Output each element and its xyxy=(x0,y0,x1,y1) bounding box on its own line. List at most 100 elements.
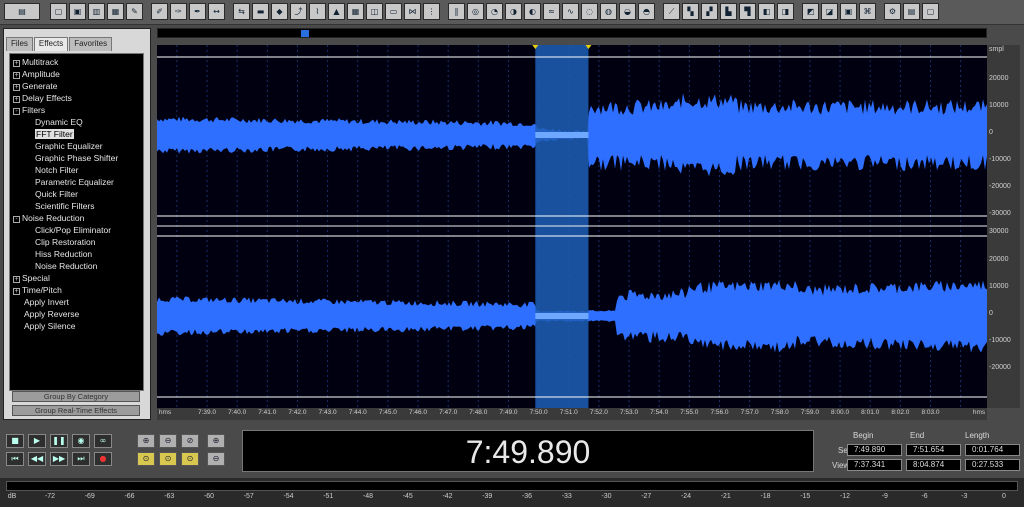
go-to-start-button[interactable]: ⏮ xyxy=(6,452,24,466)
region-icon[interactable]: ◨ xyxy=(777,3,794,20)
graphic-eq-icon[interactable]: ∥ xyxy=(448,3,465,20)
tree-item[interactable]: + Delay Effects xyxy=(13,92,72,104)
tree-item[interactable]: Graphic Phase Shifter xyxy=(35,152,118,164)
expand-icon[interactable]: + xyxy=(13,96,20,103)
sel-length-field[interactable]: 0:01.764 xyxy=(965,444,1020,456)
silence-icon[interactable]: ◆ xyxy=(271,3,288,20)
collapse-icon[interactable]: - xyxy=(13,108,20,115)
tree-item[interactable]: + Time/Pitch xyxy=(13,284,62,296)
expand-icon[interactable]: + xyxy=(13,276,20,283)
zoom-out-vertical-button[interactable]: ⊖ xyxy=(207,452,225,466)
open-file-icon[interactable]: ▣ xyxy=(69,3,86,20)
tree-item[interactable]: + Special xyxy=(13,272,50,284)
view-end-field[interactable]: 8:04.874 xyxy=(906,459,961,471)
noise-icon[interactable]: ◎ xyxy=(467,3,484,20)
tree-item[interactable]: Apply Silence xyxy=(24,320,76,332)
generate-icon[interactable]: ◫ xyxy=(366,3,383,20)
overview-bar[interactable] xyxy=(157,28,987,38)
cue-icon[interactable]: ▣ xyxy=(840,3,857,20)
save-icon[interactable]: ▥ xyxy=(88,3,105,20)
batch-icon[interactable]: ◩ xyxy=(802,3,819,20)
record-button[interactable]: ● xyxy=(94,452,112,466)
dc-offset-icon[interactable]: ⤴ xyxy=(290,3,307,20)
zoom-to-selection-button[interactable]: ⊙ xyxy=(181,452,199,466)
analysis-icon[interactable]: ⟋ xyxy=(663,3,680,20)
tab-files[interactable]: Files xyxy=(6,37,33,51)
zoom-in-horizontal-button[interactable]: ⊕ xyxy=(137,434,155,448)
pan-icon[interactable]: ▭ xyxy=(385,3,402,20)
tree-item[interactable]: Noise Reduction xyxy=(35,260,97,272)
sel-begin-field[interactable]: 7:49.890 xyxy=(847,444,902,456)
tree-item[interactable]: Scientific Filters xyxy=(35,200,95,212)
go-to-end-button[interactable]: ⏭ xyxy=(72,452,90,466)
phase-icon[interactable]: ▚ xyxy=(682,3,699,20)
stretch-icon[interactable]: ◌ xyxy=(581,3,598,20)
rewind-button[interactable]: ◀◀ xyxy=(28,452,46,466)
tree-item[interactable]: - Filters xyxy=(13,104,45,116)
cursor-icon[interactable]: ⌇ xyxy=(309,3,326,20)
amplify-icon[interactable]: ▦ xyxy=(347,3,364,20)
tab-favorites[interactable]: Favorites xyxy=(69,37,113,51)
marker-icon[interactable]: ◧ xyxy=(758,3,775,20)
spectral-icon[interactable]: ◒ xyxy=(619,3,636,20)
multitrack-view-icon[interactable]: ▤ xyxy=(4,3,40,20)
tool-icon[interactable]: ⌘ xyxy=(859,3,876,20)
zoom-in-vertical-button[interactable]: ⊕ xyxy=(207,434,225,448)
tree-item[interactable]: Apply Invert xyxy=(24,296,69,308)
new-file-icon[interactable]: ▢ xyxy=(50,3,67,20)
script-icon[interactable]: ◪ xyxy=(821,3,838,20)
edit-icon[interactable]: ✐ xyxy=(151,3,168,20)
expand-icon[interactable]: + xyxy=(13,60,20,67)
tree-item[interactable]: Clip Restoration xyxy=(35,236,95,248)
move-tool-icon[interactable]: ⇆ xyxy=(233,3,250,20)
time-ruler[interactable]: hms hms 7:39.0 7:40.0 7:41.0 7:42.0 7:43.0 7:… xyxy=(157,408,987,420)
tree-item[interactable]: Apply Reverse xyxy=(24,308,79,320)
zoom-to-right-button[interactable]: ⊙ xyxy=(159,452,177,466)
save-as-icon[interactable]: ▦ xyxy=(107,3,124,20)
collapse-icon[interactable]: - xyxy=(13,216,20,223)
loop-icon[interactable]: ▜ xyxy=(739,3,756,20)
fast-forward-button[interactable]: ▶▶ xyxy=(50,452,68,466)
envelope-icon[interactable]: ⋈ xyxy=(404,3,421,20)
zoom-out-full-button[interactable]: ⊘ xyxy=(181,434,199,448)
pitch-icon[interactable]: ◍ xyxy=(600,3,617,20)
chorus-icon[interactable]: ∿ xyxy=(562,3,579,20)
tree-item[interactable]: Parametric Equalizer xyxy=(35,176,114,188)
tree-item[interactable]: + Multitrack xyxy=(13,56,58,68)
tree-item[interactable]: Hiss Reduction xyxy=(35,248,92,260)
spectrum-icon[interactable]: ⚙ xyxy=(884,3,901,20)
frequency-icon[interactable]: ◓ xyxy=(638,3,655,20)
flanger-icon[interactable]: ≈ xyxy=(543,3,560,20)
expand-icon[interactable]: + xyxy=(13,72,20,79)
pause-button[interactable]: ❚❚ xyxy=(50,434,68,448)
delay-icon[interactable]: ◐ xyxy=(524,3,541,20)
waveform-icon[interactable]: ▤ xyxy=(903,3,920,20)
play-button[interactable]: ▶ xyxy=(28,434,46,448)
statistics-icon[interactable]: ▞ xyxy=(701,3,718,20)
tree-item[interactable]: FFT Filter xyxy=(35,128,74,140)
expand-icon[interactable]: ⋮ xyxy=(423,3,440,20)
edit2-icon[interactable]: ✑ xyxy=(170,3,187,20)
tree-item[interactable]: Graphic Equalizer xyxy=(35,140,103,152)
tab-effects[interactable]: Effects xyxy=(33,37,69,51)
tree-item[interactable]: Click/Pop Eliminator xyxy=(35,224,111,236)
stop-button[interactable]: ■ xyxy=(6,434,24,448)
tree-item[interactable]: + Amplitude xyxy=(13,68,60,80)
waveform-display[interactable] xyxy=(157,45,987,408)
expand-icon[interactable]: + xyxy=(13,288,20,295)
group-realtime-effects-button[interactable]: Group Real-Time Effects xyxy=(12,405,140,416)
sel-end-field[interactable]: 7:51.654 xyxy=(906,444,961,456)
group-by-category-button[interactable]: Group By Category xyxy=(12,391,140,402)
close-file-icon[interactable]: ✎ xyxy=(126,3,143,20)
mix-paste-icon[interactable]: ▬ xyxy=(252,3,269,20)
overview-position-handle[interactable] xyxy=(301,30,309,37)
edit4-icon[interactable]: ↔ xyxy=(208,3,225,20)
edit3-icon[interactable]: ✒ xyxy=(189,3,206,20)
zoom-out-horizontal-button[interactable]: ⊖ xyxy=(159,434,177,448)
tree-item[interactable]: - Noise Reduction xyxy=(13,212,84,224)
zoom-to-left-button[interactable]: ⊙ xyxy=(137,452,155,466)
play-to-end-button[interactable]: ◉ xyxy=(72,434,90,448)
fade-icon[interactable]: ▲ xyxy=(328,3,345,20)
echo-icon[interactable]: ◑ xyxy=(505,3,522,20)
reverb-icon[interactable]: ◔ xyxy=(486,3,503,20)
